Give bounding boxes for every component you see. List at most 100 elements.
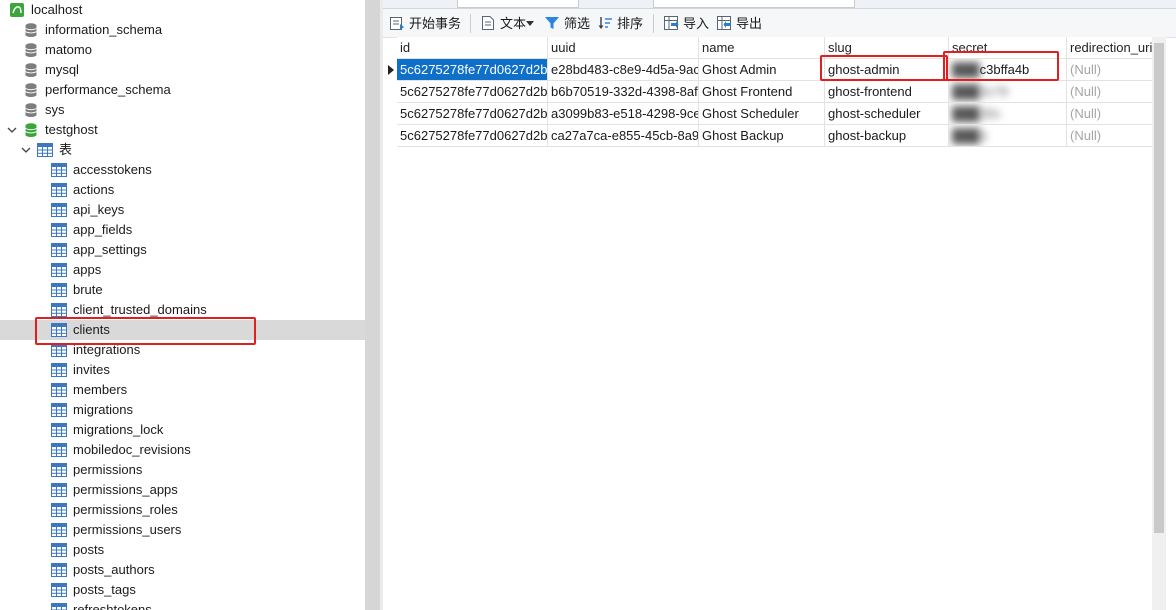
table-cell[interactable]: (Null) xyxy=(1067,103,1155,125)
tree-table[interactable]: migrations xyxy=(0,400,365,420)
redacted-mark: ███ xyxy=(952,84,980,99)
tree-table[interactable]: permissions_users xyxy=(0,520,365,540)
tree-table[interactable]: integrations xyxy=(0,340,365,360)
text-view-button[interactable]: 文本 xyxy=(480,13,540,34)
data-toolbar: 开始事务 文本 筛选 排序 导入 导出 xyxy=(383,9,1176,38)
secret-value: c3bffa4b xyxy=(979,62,1030,77)
text-document-icon xyxy=(482,16,494,30)
filter-button[interactable]: 筛选 xyxy=(544,13,592,34)
table-label: integrations xyxy=(73,342,141,357)
table-cell[interactable]: ca27a7ca-e855-45cb-8a9 xyxy=(548,125,699,147)
table-icon xyxy=(51,483,67,497)
table-cell[interactable]: ghost-scheduler xyxy=(825,103,949,125)
table-cell[interactable]: ███b xyxy=(949,125,1067,147)
table-cell[interactable]: 5c6275278fe77d0627d2bc xyxy=(397,103,548,125)
table-cell[interactable]: (Null) xyxy=(1067,59,1155,81)
table-icon xyxy=(51,263,67,277)
table-cell[interactable]: ███30c xyxy=(949,103,1067,125)
table-cell[interactable]: Ghost Scheduler xyxy=(699,103,825,125)
table-icon xyxy=(51,363,67,377)
column-header[interactable]: name xyxy=(699,37,825,59)
tab-fragment[interactable] xyxy=(653,0,855,8)
table-cell[interactable]: e28bd483-c8e9-4d5a-9ac xyxy=(548,59,699,81)
pane-splitter[interactable] xyxy=(365,0,380,610)
tree-table[interactable]: permissions_apps xyxy=(0,480,365,500)
scrollbar-thumb[interactable] xyxy=(1154,43,1164,533)
tree-table[interactable]: mobiledoc_revisions xyxy=(0,440,365,460)
table-cell[interactable]: ███c3bffa4b xyxy=(949,59,1067,81)
tree-table[interactable]: app_fields xyxy=(0,220,365,240)
tree-table[interactable]: migrations_lock xyxy=(0,420,365,440)
table-cell[interactable]: 5c6275278fe77d0627d2bc xyxy=(397,125,548,147)
tree-tables-folder[interactable]: 表 xyxy=(0,140,365,160)
sort-label: 排序 xyxy=(617,16,644,31)
chevron-down-icon[interactable] xyxy=(7,125,17,135)
tree-database[interactable]: performance_schema xyxy=(0,80,365,100)
table-cell[interactable]: a3099b83-e518-4298-9ce xyxy=(548,103,699,125)
row-selector[interactable] xyxy=(385,103,397,125)
row-selector[interactable] xyxy=(385,81,397,103)
column-header[interactable]: secret xyxy=(949,37,1067,59)
table-cell[interactable]: 5c6275278fe77d0627d2bc xyxy=(397,81,548,103)
begin-transaction-button[interactable]: 开始事务 xyxy=(389,13,463,34)
import-button[interactable]: 导入 xyxy=(663,13,711,34)
tree-table[interactable]: invites xyxy=(0,360,365,380)
table-label: api_keys xyxy=(73,202,125,217)
table-cell[interactable]: (Null) xyxy=(1067,81,1155,103)
tree-table[interactable]: actions xyxy=(0,180,365,200)
column-header[interactable]: slug xyxy=(825,37,949,59)
tree-database-testghost[interactable]: testghost xyxy=(0,120,365,140)
tree-table[interactable]: api_keys xyxy=(0,200,365,220)
table-cell[interactable]: Ghost Frontend xyxy=(699,81,825,103)
import-label: 导入 xyxy=(683,16,710,31)
navigation-tree: localhost information_schema matomo mysql pe… xyxy=(0,0,365,610)
column-header[interactable]: id xyxy=(397,37,548,59)
tree-connection-localhost[interactable]: localhost xyxy=(0,0,365,20)
table-icon xyxy=(51,603,67,610)
table-label: permissions_roles xyxy=(73,502,178,517)
table-cell[interactable]: ghost-admin xyxy=(825,59,949,81)
tree-database[interactable]: sys xyxy=(0,100,365,120)
sort-icon xyxy=(598,17,612,29)
vertical-scrollbar[interactable] xyxy=(1152,37,1166,610)
table-cell[interactable]: ghost-frontend xyxy=(825,81,949,103)
tree-table[interactable]: posts_authors xyxy=(0,560,365,580)
tree-table[interactable]: permissions_roles xyxy=(0,500,365,520)
table-cell[interactable]: ghost-backup xyxy=(825,125,949,147)
tree-table[interactable]: client_trusted_domains xyxy=(0,300,365,320)
tree-database[interactable]: information_schema xyxy=(0,20,365,40)
tree-table[interactable]: posts_tags xyxy=(0,580,365,600)
tree-database[interactable]: mysql xyxy=(0,60,365,80)
tree-table[interactable]: refreshtokens xyxy=(0,600,365,610)
table-cell[interactable]: 5c6275278fe77d0627d2bc xyxy=(397,59,548,81)
tree-table[interactable]: app_settings xyxy=(0,240,365,260)
table-cell[interactable]: b6b70519-332d-4398-8af xyxy=(548,81,699,103)
tree-table[interactable]: posts xyxy=(0,540,365,560)
table-label: permissions_apps xyxy=(73,482,178,497)
table-label: permissions_users xyxy=(73,522,182,537)
table-cell[interactable]: ███4c79 xyxy=(949,81,1067,103)
tab-fragment[interactable] xyxy=(457,0,579,8)
sort-button[interactable]: 排序 xyxy=(597,13,645,34)
row-selector[interactable] xyxy=(385,125,397,147)
table-cell[interactable]: (Null) xyxy=(1067,125,1155,147)
table-icon xyxy=(51,403,67,417)
tree-table[interactable]: brute xyxy=(0,280,365,300)
table-label: apps xyxy=(73,262,102,277)
tree-database[interactable]: matomo xyxy=(0,40,365,60)
toolbar-separator xyxy=(653,14,654,33)
tree-table[interactable]: apps xyxy=(0,260,365,280)
table-label: migrations xyxy=(73,402,133,417)
tree-table[interactable]: accesstokens xyxy=(0,160,365,180)
table-cell[interactable]: Ghost Admin xyxy=(699,59,825,81)
column-header[interactable]: redirection_uri xyxy=(1067,37,1155,59)
tree-table[interactable]: members xyxy=(0,380,365,400)
column-header[interactable]: uuid xyxy=(548,37,699,59)
export-button[interactable]: 导出 xyxy=(716,13,764,34)
row-selector[interactable] xyxy=(385,59,397,81)
redacted-mark: ███ xyxy=(952,62,980,77)
tree-table[interactable]: clients xyxy=(0,320,365,340)
table-cell[interactable]: Ghost Backup xyxy=(699,125,825,147)
chevron-down-icon[interactable] xyxy=(21,145,31,155)
tree-table[interactable]: permissions xyxy=(0,460,365,480)
